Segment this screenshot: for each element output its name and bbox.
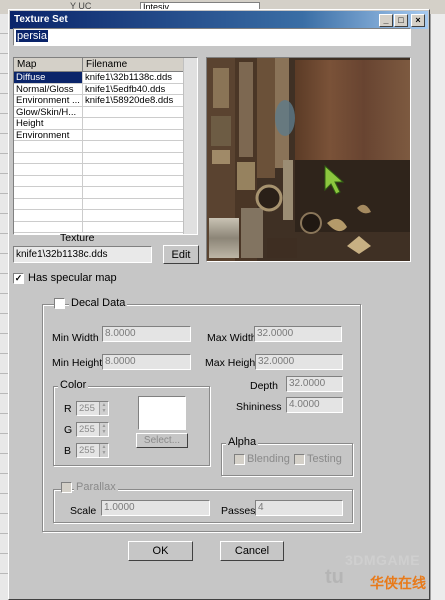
- table-row: [14, 210, 197, 222]
- scale-label: Scale: [70, 505, 97, 517]
- table-row: [14, 221, 197, 233]
- decal-data-label: Decal Data: [69, 297, 128, 309]
- testing-checkbox[interactable]: [294, 454, 305, 465]
- table-row[interactable]: Height: [14, 118, 197, 130]
- table-row[interactable]: Normal/Gloss knife1\5edfb40.dds: [14, 83, 197, 95]
- edit-button[interactable]: Edit: [163, 245, 199, 264]
- min-width-label: Min Width: [52, 332, 99, 344]
- green-spinner[interactable]: 255 ▲ ▼: [76, 422, 109, 437]
- blending-checkbox[interactable]: [234, 454, 245, 465]
- table-row[interactable]: Glow/Skin/H...: [14, 106, 197, 118]
- texture-preview-image: [207, 58, 410, 261]
- shininess-label: Shininess: [236, 401, 282, 413]
- texture-preview: [206, 57, 411, 262]
- table-row: [14, 198, 197, 210]
- color-swatch[interactable]: [138, 396, 186, 430]
- table-row[interactable]: Environment ... knife1\58920de8.dds: [14, 95, 197, 107]
- blue-spinner[interactable]: 255 ▲ ▼: [76, 443, 109, 458]
- scale-field[interactable]: 1.0000: [101, 500, 210, 516]
- color-group-label: Color: [58, 379, 89, 391]
- background-left-grid: [0, 14, 8, 600]
- table-row[interactable]: Diffuse knife1\32b1138c.dds: [14, 72, 197, 84]
- max-width-field[interactable]: 32.0000: [254, 326, 342, 342]
- map-table[interactable]: Map Filename Diffuse knife1\32b1138c.dds …: [13, 57, 198, 235]
- blue-label: B: [64, 445, 72, 457]
- table-header: Map Filename: [14, 58, 197, 72]
- window-title: Texture Set: [14, 14, 68, 25]
- testing-label: Testing: [307, 453, 342, 465]
- close-icon[interactable]: ×: [411, 14, 425, 27]
- texture-filename-field[interactable]: knife1\32b1138c.dds: [13, 246, 152, 263]
- max-height-label: Max Height: [205, 357, 259, 369]
- column-header-map[interactable]: Map: [14, 58, 83, 72]
- title-bar[interactable]: Texture Set _ □ ×: [10, 11, 428, 29]
- min-height-label: Min Height: [52, 357, 103, 369]
- max-width-label: Max Width: [207, 332, 257, 344]
- parallax-label: Parallax: [74, 481, 118, 493]
- spin-up-icon[interactable]: ▲ ▼: [99, 402, 108, 415]
- depth-field[interactable]: 32.0000: [286, 376, 343, 392]
- name-input-value: persia: [16, 30, 48, 42]
- table-row: [14, 152, 197, 164]
- alpha-group-label: Alpha: [226, 436, 259, 448]
- has-specular-map-label: Has specular map: [28, 272, 117, 284]
- check-icon: ✓: [14, 273, 23, 283]
- shininess-field[interactable]: 4.0000: [286, 397, 343, 413]
- decal-data-checkbox[interactable]: [54, 298, 65, 309]
- red-label: R: [64, 403, 72, 415]
- table-row[interactable]: Environment: [14, 129, 197, 141]
- cancel-button[interactable]: Cancel: [220, 541, 284, 561]
- table-row: [14, 164, 197, 176]
- spin-down-icon[interactable]: ▲ ▼: [99, 444, 108, 457]
- red-spinner[interactable]: 255 ▲ ▼: [76, 401, 109, 416]
- texture-label: Texture: [60, 232, 95, 244]
- max-height-field[interactable]: 32.0000: [255, 354, 343, 370]
- table-scrollbar[interactable]: [183, 58, 197, 234]
- green-label: G: [64, 424, 73, 436]
- maximize-icon[interactable]: □: [394, 14, 408, 27]
- parallax-checkbox[interactable]: [61, 482, 72, 493]
- texture-set-name-input[interactable]: persia: [13, 28, 411, 46]
- table-row: [14, 175, 197, 187]
- table-row: [14, 141, 197, 153]
- select-color-button[interactable]: Select...: [136, 433, 188, 448]
- passes-field[interactable]: 4: [255, 500, 343, 516]
- has-specular-map-checkbox[interactable]: ✓: [13, 273, 24, 284]
- depth-label: Depth: [250, 380, 279, 392]
- min-width-field[interactable]: 8.0000: [102, 326, 191, 342]
- minimize-icon[interactable]: _: [379, 14, 393, 27]
- spin-up-icon[interactable]: ▲ ▼: [99, 423, 108, 436]
- watermark-huaxia: 华侠在线: [370, 575, 426, 591]
- watermark-3dmgame: 3DMGAME: [345, 552, 421, 568]
- blending-label: Blending: [247, 453, 290, 465]
- watermark-tu: tu: [325, 566, 344, 588]
- background-right-panel: [430, 14, 445, 600]
- passes-label: Passes: [221, 505, 256, 517]
- ok-button[interactable]: OK: [128, 541, 193, 561]
- table-row: [14, 187, 197, 199]
- min-height-field[interactable]: 8.0000: [102, 354, 191, 370]
- column-header-filename[interactable]: Filename: [83, 58, 184, 72]
